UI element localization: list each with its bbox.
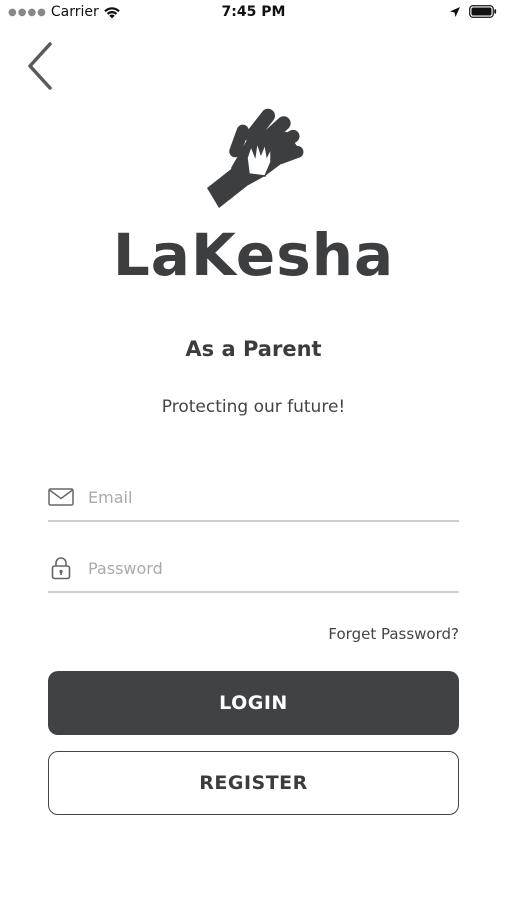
status-bar: ●●●● Carrier 7:45 PM bbox=[0, 0, 507, 26]
page-title: As a Parent bbox=[185, 337, 322, 361]
status-right bbox=[449, 5, 497, 18]
page-subtitle: Protecting our future! bbox=[161, 397, 346, 417]
email-field[interactable] bbox=[48, 474, 459, 522]
chevron-left-icon bbox=[28, 42, 52, 90]
logo-text: LaKesha bbox=[112, 221, 395, 289]
login-button[interactable]: LOGIN bbox=[48, 671, 459, 735]
register-button[interactable]: REGISTER bbox=[48, 751, 459, 815]
status-time: 7:45 PM bbox=[221, 4, 286, 20]
back-button[interactable] bbox=[22, 38, 62, 94]
hands-icon bbox=[206, 108, 303, 208]
envelope-icon bbox=[48, 485, 74, 509]
app-logo: LaKesha bbox=[0, 96, 507, 289]
battery-icon bbox=[469, 5, 497, 18]
forgot-password-link[interactable]: Forget Password? bbox=[328, 625, 459, 643]
email-input[interactable] bbox=[88, 487, 459, 507]
password-input[interactable] bbox=[88, 558, 459, 578]
lock-icon bbox=[48, 556, 74, 580]
location-arrow-icon bbox=[450, 6, 460, 17]
password-field[interactable] bbox=[48, 545, 459, 593]
